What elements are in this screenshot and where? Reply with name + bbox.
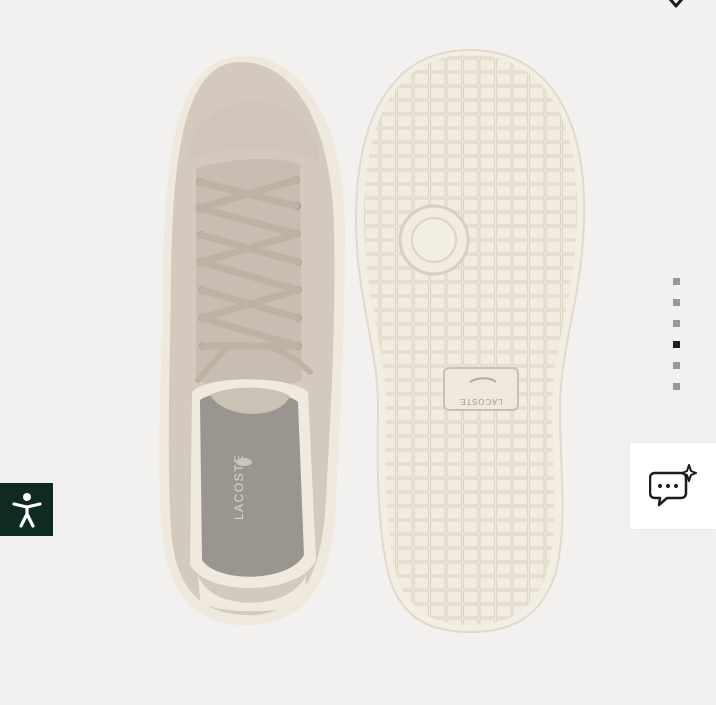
wishlist-heart-icon[interactable] bbox=[660, 0, 694, 14]
carousel-dot[interactable] bbox=[673, 299, 680, 306]
shoe-top-view bbox=[159, 55, 345, 626]
carousel-dot[interactable] bbox=[673, 362, 680, 369]
shoe-outsole-view bbox=[354, 48, 586, 634]
carousel-pagination bbox=[673, 278, 683, 394]
accessibility-icon bbox=[11, 492, 42, 528]
croc-logo-icon bbox=[236, 458, 252, 466]
product-image[interactable]: LACOSTE LACOSTE bbox=[0, 0, 716, 700]
sole-brand-text: LACOSTE bbox=[460, 397, 503, 406]
chat-sparkle-icon bbox=[649, 464, 697, 507]
carousel-dot-active[interactable] bbox=[673, 341, 680, 348]
carousel-dot[interactable] bbox=[673, 320, 680, 327]
chat-button[interactable]: Chat bbox=[630, 443, 716, 529]
carousel-dot[interactable] bbox=[673, 278, 680, 285]
carousel-dot[interactable] bbox=[673, 383, 680, 390]
accessibility-button[interactable]: Accessibility bbox=[0, 483, 53, 536]
